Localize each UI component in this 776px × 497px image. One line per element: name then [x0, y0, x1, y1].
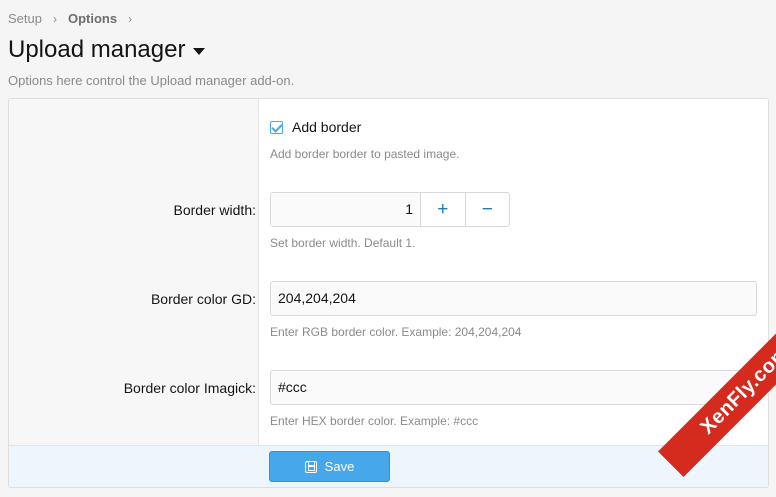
border-color-imagick-label: Border color Imagick:: [123, 380, 256, 396]
breadcrumb-item-setup[interactable]: Setup: [8, 11, 42, 26]
border-color-gd-input[interactable]: 204,204,204: [270, 281, 757, 316]
border-color-gd-label: Border color GD:: [150, 291, 256, 307]
page-title[interactable]: Upload manager: [8, 36, 206, 64]
form-footer: Save: [9, 445, 768, 487]
chevron-right-icon: ›: [128, 11, 133, 26]
border-color-imagick-input[interactable]: #ccc: [270, 370, 757, 405]
increment-button[interactable]: +: [421, 193, 465, 226]
border-width-input[interactable]: 1: [271, 193, 421, 226]
add-border-checkbox[interactable]: [270, 121, 283, 134]
border-color-gd-hint: Enter RGB border color. Example: 204,204…: [270, 325, 522, 339]
page-title-text: Upload manager: [8, 36, 186, 63]
border-width-hint: Set border width. Default 1.: [270, 236, 416, 250]
caret-down-icon[interactable]: [193, 47, 206, 55]
breadcrumb: Setup › Options ›: [8, 11, 143, 26]
add-border-hint: Add border border to pasted image.: [270, 147, 460, 161]
border-width-stepper: 1 + −: [270, 192, 510, 227]
page-description: Options here control the Upload manager …: [8, 73, 295, 88]
border-color-imagick-hint: Enter HEX border color. Example: #ccc: [270, 414, 479, 428]
save-button-label: Save: [324, 459, 355, 474]
border-width-label: Border width:: [173, 202, 256, 218]
options-form: Add border Add border border to pasted i…: [8, 98, 769, 488]
save-button[interactable]: Save: [269, 451, 390, 482]
add-border-label[interactable]: Add border: [292, 119, 361, 135]
save-icon: [304, 460, 317, 473]
decrement-button[interactable]: −: [464, 193, 510, 226]
breadcrumb-item-options[interactable]: Options: [68, 11, 117, 26]
chevron-right-icon: ›: [52, 11, 57, 26]
